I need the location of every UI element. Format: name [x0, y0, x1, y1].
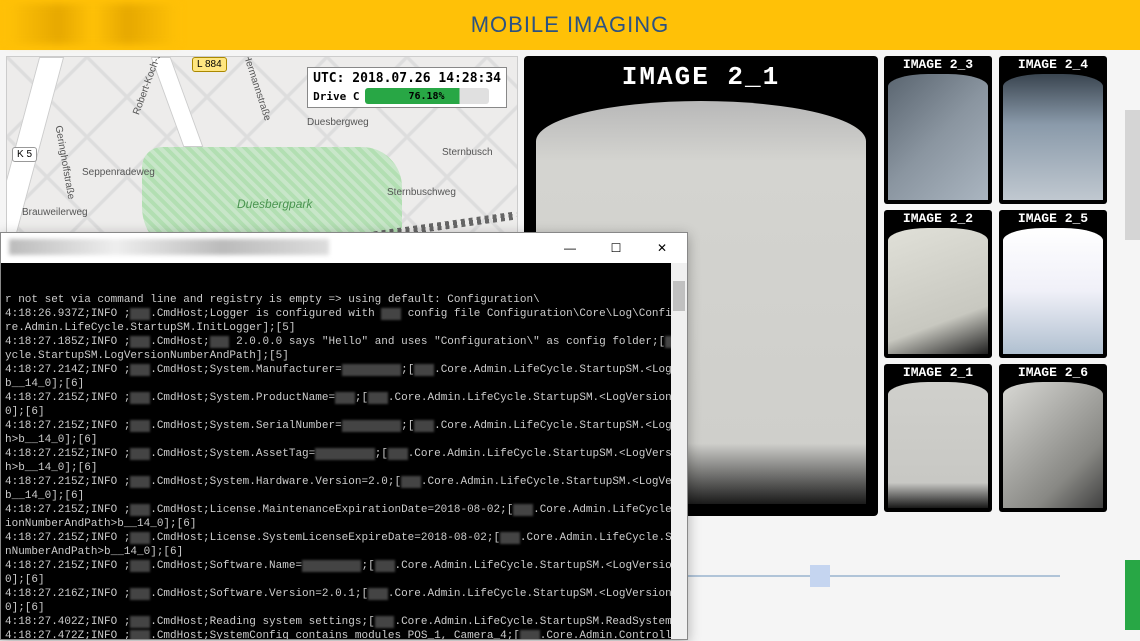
header-logo — [8, 4, 178, 44]
console-line: 0];[6] — [5, 601, 683, 615]
street-label: Sternbuschweg — [387, 187, 456, 198]
console-output[interactable]: r not set via command line and registry … — [1, 263, 687, 639]
map-status-box: UTC: 2018.07.26 14:28:34 Drive C 76.18% — [307, 67, 507, 108]
console-line: 4:18:27.215Z;INFO ;xxx.CmdHost;System.Ha… — [5, 475, 683, 489]
console-line: h>b__14_0];[6] — [5, 433, 683, 447]
thumbnail[interactable]: IMAGE 2_4 — [999, 56, 1107, 204]
console-scrollbar[interactable] — [671, 263, 687, 639]
close-button[interactable]: ✕ — [639, 234, 685, 262]
thumb-label: IMAGE 2_2 — [884, 211, 992, 226]
maximize-button[interactable]: ☐ — [593, 234, 639, 262]
thumb-label: IMAGE 2_3 — [884, 57, 992, 72]
console-line: b__14_0];[6] — [5, 489, 683, 503]
console-line: 4:18:26.937Z;INFO ;xxx.CmdHost;Logger is… — [5, 307, 683, 321]
console-line: 4:18:27.215Z;INFO ;xxx.CmdHost;System.As… — [5, 447, 683, 461]
main-image-label: IMAGE 2_1 — [524, 62, 878, 92]
app-title: MOBILE IMAGING — [471, 12, 670, 38]
side-indicator-grey[interactable] — [1125, 110, 1140, 240]
console-line: 4:18:27.215Z;INFO ;xxx.CmdHost;License.S… — [5, 531, 683, 545]
street-label: Duesbergweg — [307, 117, 369, 128]
thumbnail[interactable]: IMAGE 2_1 — [884, 364, 992, 512]
street-label: Sternbusch — [442, 147, 493, 158]
street-label: Seppenradeweg — [82, 167, 155, 178]
drive-usage-bar: 76.18% — [365, 88, 489, 104]
console-line: re.Admin.LifeCycle.StartupSM.InitLogger]… — [5, 321, 683, 335]
thumbnail[interactable]: IMAGE 2_6 — [999, 364, 1107, 512]
console-line: nNumberAndPath>b__14_0];[6] — [5, 545, 683, 559]
console-line: ycle.StartupSM.LogVersionNumberAndPath];… — [5, 349, 683, 363]
minimize-button[interactable]: — — [547, 234, 593, 262]
console-line: 4:18:27.214Z;INFO ;xxx.CmdHost;System.Ma… — [5, 363, 683, 377]
console-window[interactable]: — ☐ ✕ r not set via command line and reg… — [0, 232, 688, 640]
console-line: 0];[6] — [5, 573, 683, 587]
console-line: 4:18:27.216Z;INFO ;xxx.CmdHost;Software.… — [5, 587, 683, 601]
console-line: 4:18:27.472Z;INFO ;xxx.CmdHost;SystemCon… — [5, 629, 683, 639]
thumb-label: IMAGE 2_4 — [999, 57, 1107, 72]
drive-label: Drive C — [313, 90, 359, 103]
console-title — [9, 239, 329, 255]
console-line: 4:18:27.215Z;INFO ;xxx.CmdHost;System.Se… — [5, 419, 683, 433]
street-label: Brauweilerweg — [22, 207, 88, 218]
drive-status: Drive C 76.18% — [313, 88, 501, 104]
thumbnail[interactable]: IMAGE 2_5 — [999, 210, 1107, 358]
console-line: h>b__14_0];[6] — [5, 461, 683, 475]
thumb-label: IMAGE 2_1 — [884, 365, 992, 380]
drive-percent: 76.18% — [408, 91, 444, 102]
console-line: 4:18:27.215Z;INFO ;xxx.CmdHost;Software.… — [5, 559, 683, 573]
console-line: 4:18:27.185Z;INFO ;xxx.CmdHost;xxx 2.0.0… — [5, 335, 683, 349]
thumb-label: IMAGE 2_5 — [999, 211, 1107, 226]
scrollbar-thumb[interactable] — [673, 281, 685, 311]
thumb-label: IMAGE 2_6 — [999, 365, 1107, 380]
road-badge-k5: K 5 — [12, 147, 37, 162]
side-indicator-green[interactable] — [1125, 560, 1140, 630]
console-line: 4:18:27.402Z;INFO ;xxx.CmdHost;Reading s… — [5, 615, 683, 629]
console-line: ionNumberAndPath>b__14_0];[6] — [5, 517, 683, 531]
slider-handle[interactable] — [810, 565, 830, 587]
console-line: 4:18:27.215Z;INFO ;xxx.CmdHost;License.M… — [5, 503, 683, 517]
console-line: b__14_0];[6] — [5, 377, 683, 391]
map-park-label: Duesbergpark — [237, 197, 312, 211]
console-line: 0];[6] — [5, 405, 683, 419]
road-badge-l884: L 884 — [192, 57, 227, 72]
console-line: r not set via command line and registry … — [5, 293, 683, 307]
thumbnail[interactable]: IMAGE 2_3 — [884, 56, 992, 204]
app-header: MOBILE IMAGING — [0, 0, 1140, 50]
console-titlebar[interactable]: — ☐ ✕ — [1, 233, 687, 263]
thumbnail[interactable]: IMAGE 2_2 — [884, 210, 992, 358]
console-line: 4:18:27.215Z;INFO ;xxx.CmdHost;System.Pr… — [5, 391, 683, 405]
utc-timestamp: UTC: 2018.07.26 14:28:34 — [313, 71, 501, 88]
